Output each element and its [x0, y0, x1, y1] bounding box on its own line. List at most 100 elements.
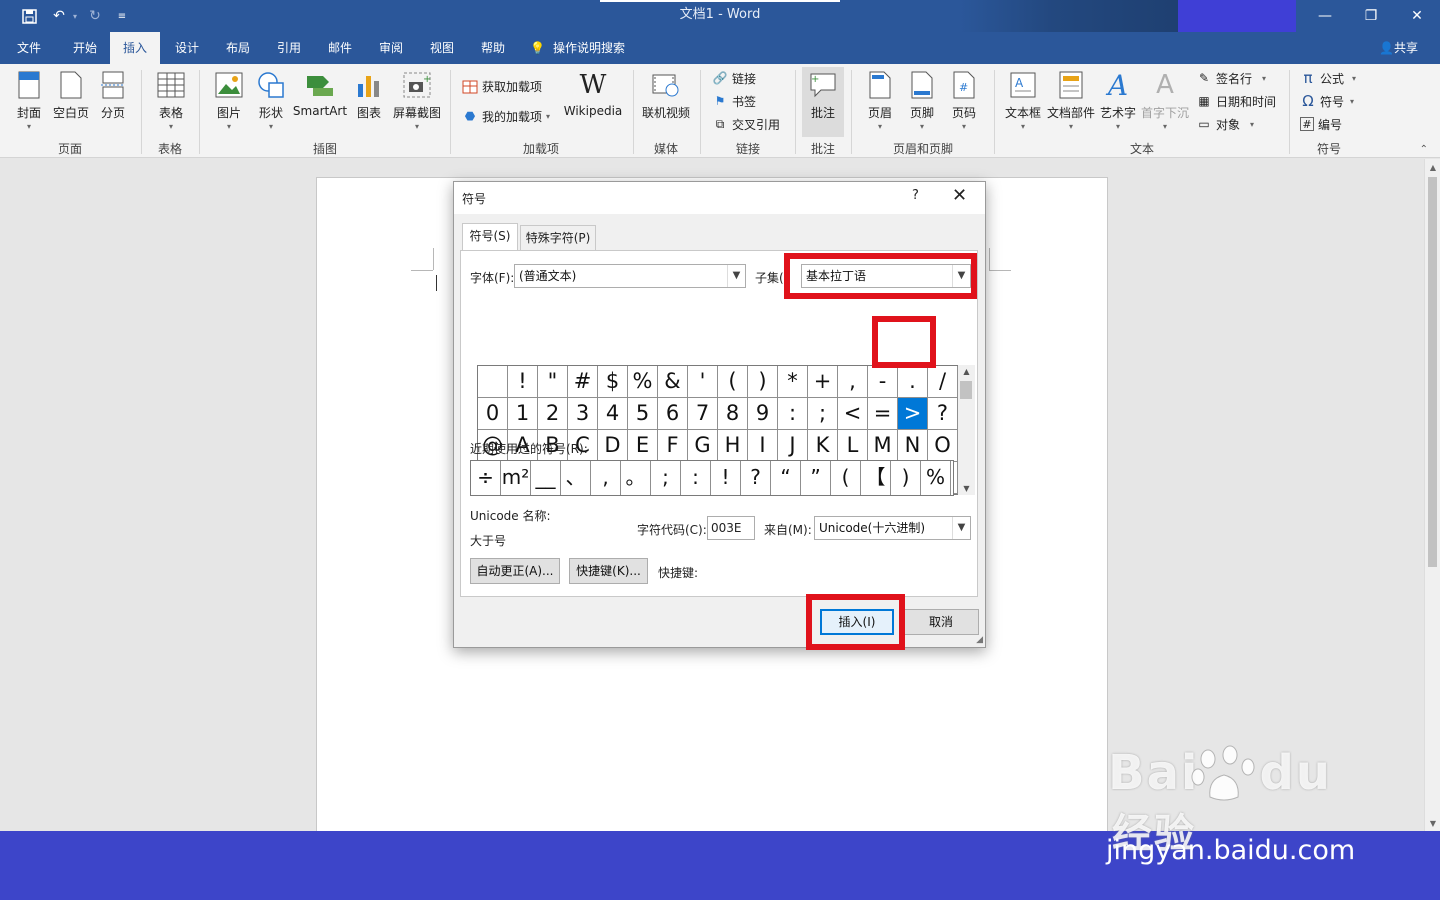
share-button[interactable]: 👤共享	[1379, 32, 1418, 64]
symbol-cell[interactable]: "	[538, 366, 568, 398]
symbol-cell[interactable]: 6	[658, 398, 688, 430]
get-addins-button[interactable]: 获取加载项	[462, 76, 542, 96]
resize-grip-icon[interactable]: ◢	[976, 635, 983, 645]
vertical-scrollbar[interactable]: ▲ ▼	[1424, 159, 1440, 831]
page-break-button[interactable]: 分页	[96, 70, 130, 136]
symbol-cell[interactable]: 5	[628, 398, 658, 430]
symbol-cell[interactable]	[478, 366, 508, 398]
tab-design[interactable]: 设计	[162, 32, 212, 64]
header-button[interactable]: 页眉 ▾	[862, 70, 898, 136]
symbol-cell[interactable]: <	[838, 398, 868, 430]
symbol-cell[interactable]: ?	[928, 398, 958, 430]
collapse-ribbon-icon[interactable]: ⌃	[1420, 144, 1428, 155]
symbol-cell[interactable]: G	[688, 430, 718, 462]
symbol-cell[interactable]: !	[508, 366, 538, 398]
from-select[interactable]: Unicode(十六进制) ▼	[814, 516, 971, 540]
customize-icon[interactable]: ≡	[114, 6, 130, 26]
recent-symbol-cell[interactable]: ;	[651, 461, 681, 495]
dialog-close-icon[interactable]: ✕	[952, 185, 967, 206]
cover-page-button[interactable]: 封面 ▾	[12, 70, 46, 136]
table-button[interactable]: 表格 ▾	[152, 70, 190, 136]
recent-symbol-cell[interactable]: 。	[621, 461, 651, 495]
insert-button[interactable]: 插入(I)	[820, 609, 894, 635]
symbol-cell[interactable]: L	[838, 430, 868, 462]
recent-symbol-cell[interactable]: (	[831, 461, 861, 495]
tab-symbols[interactable]: 符号(S)	[462, 223, 518, 250]
recent-symbol-cell[interactable]: !	[711, 461, 741, 495]
wordart-button[interactable]: A 艺术字 ▾	[1098, 69, 1138, 136]
help-icon[interactable]: ?	[912, 188, 919, 203]
symbol-cell[interactable]: ;	[808, 398, 838, 430]
symbol-cell[interactable]: K	[808, 430, 838, 462]
recent-symbol-cell[interactable]: 、	[561, 461, 591, 495]
drop-cap-button[interactable]: A 首字下沉 ▾	[1140, 70, 1190, 136]
symbol-cell[interactable]: 3	[568, 398, 598, 430]
redo-icon[interactable]: ↻	[84, 6, 106, 26]
symbol-cell[interactable]: I	[748, 430, 778, 462]
symbol-cell[interactable]: *	[778, 366, 808, 398]
tab-file[interactable]: 文件	[8, 32, 50, 64]
bookmark-button[interactable]: ⚑ 书签	[712, 91, 756, 111]
symbol-cell[interactable]: %	[628, 366, 658, 398]
recent-symbol-cell[interactable]: ”	[801, 461, 831, 495]
symbol-cell[interactable]: 0	[478, 398, 508, 430]
symbol-cell[interactable]: M	[868, 430, 898, 462]
tab-layout[interactable]: 布局	[213, 32, 263, 64]
tell-me-search[interactable]: 💡 操作说明搜索	[530, 32, 640, 64]
textbox-button[interactable]: A 文本框 ▾	[1002, 70, 1044, 136]
blank-page-button[interactable]: 空白页	[52, 70, 90, 136]
tab-review[interactable]: 审阅	[366, 32, 416, 64]
footer-button[interactable]: 页脚 ▾	[904, 70, 940, 136]
subset-select[interactable]: 基本拉丁语 ▼	[801, 264, 971, 288]
equation-button[interactable]: π 公式 ▾	[1300, 68, 1356, 88]
cancel-button[interactable]: 取消	[903, 609, 979, 635]
scroll-up-icon[interactable]: ▲	[1425, 161, 1440, 175]
symbol-cell[interactable]: 2	[538, 398, 568, 430]
symbol-cell[interactable]: /	[928, 366, 958, 398]
comment-button[interactable]: + 批注	[802, 67, 844, 137]
symbol-cell[interactable]: #	[568, 366, 598, 398]
symbol-grid-scrollbar[interactable]: ▲ ▼	[958, 365, 975, 495]
scroll-down-icon[interactable]: ▼	[958, 484, 975, 493]
tab-help[interactable]: 帮助	[468, 32, 518, 64]
smartart-button[interactable]: SmartArt	[292, 70, 348, 136]
my-addins-button[interactable]: ⬣ 我的加载项 ▾	[462, 106, 550, 126]
link-button[interactable]: 🔗 链接	[712, 68, 757, 88]
undo-dropdown-icon[interactable]: ▾	[70, 6, 80, 26]
recent-symbol-cell[interactable]: “	[771, 461, 801, 495]
symbol-cell[interactable]: 7	[688, 398, 718, 430]
symbol-cell[interactable]: '	[688, 366, 718, 398]
symbol-cell[interactable]: 9	[748, 398, 778, 430]
quick-parts-button[interactable]: 文档部件 ▾	[1046, 70, 1096, 136]
symbol-cell[interactable]: O	[928, 430, 958, 462]
font-select[interactable]: (普通文本) ▼	[514, 264, 746, 288]
signature-line-button[interactable]: ✎ 签名行 ▾	[1196, 68, 1266, 88]
recent-symbol-cell[interactable]: )	[891, 461, 921, 495]
close-icon[interactable]: ✕	[1394, 0, 1440, 32]
minimize-icon[interactable]: —	[1302, 0, 1348, 32]
recent-symbol-cell[interactable]: __	[531, 461, 561, 495]
recent-symbol-cell[interactable]: m²	[501, 461, 531, 495]
chart-button[interactable]: 图表	[352, 70, 386, 136]
scroll-down-icon[interactable]: ▼	[1425, 817, 1440, 831]
recent-symbol-cell[interactable]: ÷	[471, 461, 501, 495]
object-button[interactable]: ▭ 对象 ▾	[1196, 114, 1254, 134]
symbol-cell[interactable]: 8	[718, 398, 748, 430]
tab-insert[interactable]: 插入	[110, 32, 160, 64]
symbol-button[interactable]: Ω 符号 ▾	[1300, 91, 1354, 111]
cross-reference-button[interactable]: ⧉ 交叉引用	[712, 114, 780, 134]
number-button[interactable]: # 编号	[1300, 114, 1342, 134]
symbol-cell[interactable]: J	[778, 430, 808, 462]
page-number-button[interactable]: # 页码 ▾	[946, 70, 982, 136]
symbol-cell[interactable]: D	[598, 430, 628, 462]
symbol-cell[interactable]: +	[808, 366, 838, 398]
tab-special-characters[interactable]: 特殊字符(P)	[520, 225, 596, 250]
recent-symbol-cell[interactable]: %	[921, 461, 951, 495]
symbol-cell[interactable]: 4	[598, 398, 628, 430]
scroll-up-icon[interactable]: ▲	[958, 367, 975, 376]
shapes-button[interactable]: 形状 ▾	[252, 70, 290, 136]
recent-symbol-cell[interactable]: ,	[591, 461, 621, 495]
symbol-cell[interactable]: F	[658, 430, 688, 462]
char-code-input[interactable]: 003E	[707, 516, 755, 540]
wikipedia-button[interactable]: W Wikipedia	[560, 70, 626, 136]
